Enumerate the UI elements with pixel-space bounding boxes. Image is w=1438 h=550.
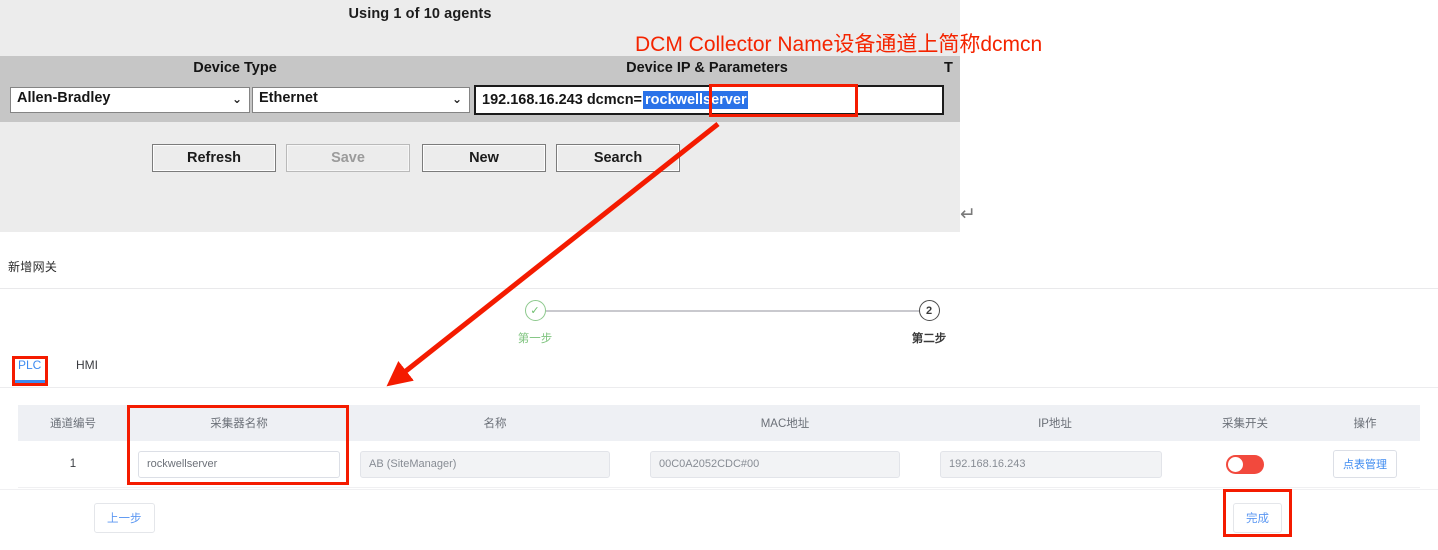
- previous-step-button[interactable]: 上一步: [94, 503, 155, 533]
- chevron-down-icon: ⌄: [451, 92, 462, 106]
- cell-channel-number: 1: [69, 458, 77, 470]
- step-item-1: ✓ 第一步: [480, 300, 590, 346]
- column-header-channel: 通道编号: [50, 418, 96, 430]
- step-2-label: 第二步: [911, 333, 947, 345]
- ip-parameters-prefix-text: 192.168.16.243 dcmcn=: [482, 92, 643, 108]
- annotation-label: DCM Collector Name设备通道上简称dcmcn: [635, 33, 1043, 56]
- table-row: 1 rockwellserver AB (SiteManager) 00C0A2…: [18, 441, 1420, 488]
- tab-active-underline: [14, 380, 46, 383]
- column-header-device-type: Device Type: [193, 60, 277, 76]
- new-button[interactable]: New: [422, 144, 546, 172]
- column-header-name: 名称: [483, 418, 507, 430]
- cell-collector-name: rockwellserver: [128, 450, 350, 478]
- action-wrapper: 点表管理: [1310, 450, 1420, 478]
- search-button[interactable]: Search: [556, 144, 680, 172]
- step-indicator: ✓ 第一步 2 第二步: [0, 300, 1438, 348]
- step-2-number: 2: [918, 300, 940, 321]
- collect-switch-toggle[interactable]: [1226, 454, 1264, 474]
- column-header-mac: MAC地址: [760, 418, 810, 430]
- device-protocol-select[interactable]: Ethernet ⌄: [252, 87, 470, 113]
- tab-plc[interactable]: PLC: [18, 358, 41, 372]
- ip-parameters-selected-text: rockwellserver: [643, 91, 748, 109]
- device-protocol-value: Ethernet: [259, 90, 318, 106]
- divider: [0, 489, 1438, 490]
- enter-return-icon: ↵: [960, 204, 976, 225]
- chevron-down-icon: ⌄: [231, 92, 242, 106]
- column-header-collector-name: 采集器名称: [210, 418, 268, 430]
- cell-collect-switch: [1180, 454, 1310, 474]
- agents-status-text: Using 1 of 10 agents: [348, 6, 492, 22]
- mac-address-input: 00C0A2052CDC#00: [650, 450, 900, 478]
- toggle-wrapper: [1180, 454, 1310, 474]
- table-header-row: 通道编号 采集器名称 名称 MAC地址 IP地址 采集开关 操作: [18, 405, 1420, 441]
- legacy-table-header: Device Type Device IP & Parameters T: [0, 56, 960, 82]
- ip-address-input: 192.168.16.243: [940, 450, 1162, 478]
- finish-button[interactable]: 完成: [1233, 503, 1282, 533]
- column-header-action: 操作: [1353, 418, 1377, 430]
- cell-action: 点表管理: [1310, 450, 1420, 478]
- column-header-collect-switch: 采集开关: [1222, 418, 1268, 430]
- tab-hmi[interactable]: HMI: [76, 358, 98, 372]
- cell-ip: 192.168.16.243: [930, 450, 1180, 478]
- channel-table: 通道编号 采集器名称 名称 MAC地址 IP地址 采集开关 操作 1 rockw…: [18, 405, 1420, 488]
- cell-mac: 00C0A2052CDC#00: [640, 450, 930, 478]
- step-1-check-icon: ✓: [524, 300, 546, 321]
- device-vendor-value: Allen-Bradley: [17, 90, 111, 106]
- device-name-input: AB (SiteManager): [360, 450, 610, 478]
- device-ip-parameters-input[interactable]: 192.168.16.243 dcmcn= rockwellserver: [474, 85, 944, 115]
- collector-name-input[interactable]: rockwellserver: [138, 450, 340, 478]
- point-table-management-button[interactable]: 点表管理: [1333, 450, 1397, 478]
- column-header-test: T: [944, 60, 953, 76]
- toggle-knob: [1228, 456, 1243, 472]
- refresh-button[interactable]: Refresh: [152, 144, 276, 172]
- divider: [0, 288, 1438, 289]
- column-header-ip: IP地址: [1038, 418, 1072, 430]
- step-item-2: 2 第二步: [874, 300, 984, 346]
- tab-bar: PLC HMI: [0, 358, 1438, 388]
- divider: [0, 387, 1438, 388]
- column-header-device-ip-parameters: Device IP & Parameters: [626, 60, 788, 76]
- save-button[interactable]: Save: [286, 144, 410, 172]
- device-vendor-select[interactable]: Allen-Bradley ⌄: [10, 87, 250, 113]
- step-1-label: 第一步: [517, 333, 553, 345]
- cell-name: AB (SiteManager): [350, 450, 640, 478]
- step-connector-line: [546, 310, 929, 312]
- page-title: 新增网关: [8, 260, 58, 274]
